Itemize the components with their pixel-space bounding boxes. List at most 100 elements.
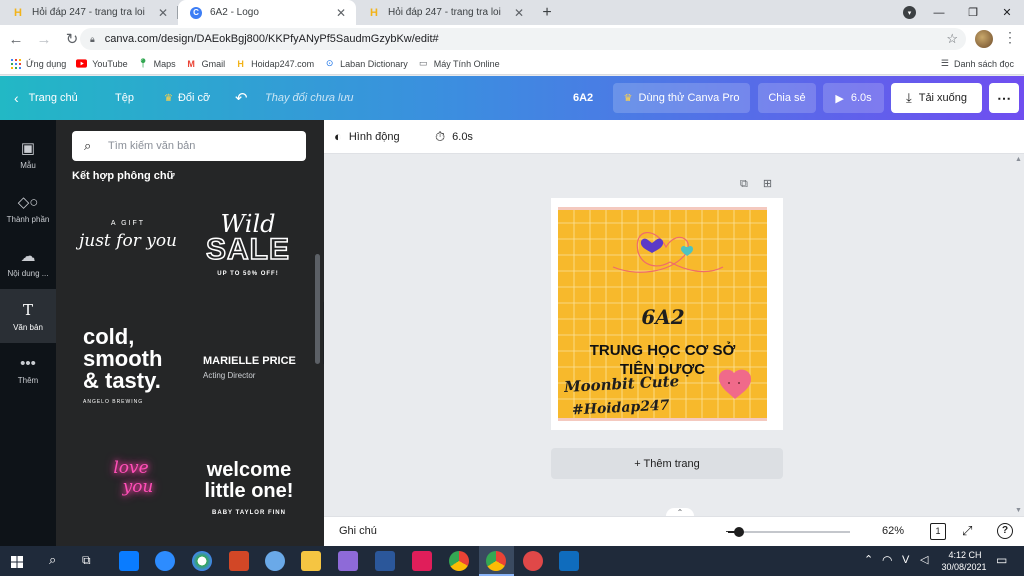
rail-item-templates[interactable]: ▣ Mẫu bbox=[0, 127, 56, 181]
rail-item-elements[interactable]: ◇○ Thành phần bbox=[0, 181, 56, 235]
zalo-icon[interactable] bbox=[119, 551, 139, 571]
zoom-slider[interactable] bbox=[728, 527, 850, 537]
resize-menu[interactable]: ♛ Đổi cỡ bbox=[164, 76, 210, 120]
undo-icon[interactable]: ↶ bbox=[235, 76, 248, 120]
design-code[interactable]: 6A2 bbox=[628, 305, 698, 329]
rail-item-text[interactable]: T Văn bản bbox=[0, 289, 56, 343]
bookmark-label: Ứng dụng bbox=[26, 58, 67, 69]
close-icon[interactable]: ✕ bbox=[512, 6, 526, 20]
font-preset-cold-smooth[interactable]: cold, smooth & tasty. ANGELO BREWING bbox=[83, 326, 183, 405]
zoom-level[interactable]: 62% bbox=[882, 525, 904, 537]
try-pro-label: Dùng thử Canva Pro bbox=[638, 92, 740, 104]
little-text: little one! bbox=[204, 480, 294, 502]
font-preset-welcome[interactable]: welcome little one! BABY TAYLOR FINN bbox=[198, 460, 300, 516]
bookmark-laban[interactable]: ⊙ Laban Dictionary bbox=[324, 58, 408, 69]
scroll-up-icon[interactable]: ▲ bbox=[1015, 156, 1022, 163]
save-status: Thay đổi chưa lưu bbox=[265, 92, 354, 104]
scroll-down-icon[interactable]: ▼ bbox=[1015, 507, 1022, 514]
bookmark-gmail[interactable]: M Gmail bbox=[186, 58, 226, 69]
browser-tab-2[interactable]: C 6A2 - Logo ✕ bbox=[178, 0, 356, 25]
rail-item-uploads[interactable]: ☁ Nội dung ... bbox=[0, 235, 56, 289]
font-preset-gift[interactable]: A GIFT just for you bbox=[76, 220, 180, 250]
word-icon[interactable] bbox=[375, 551, 395, 571]
windows-start-icon[interactable] bbox=[11, 555, 23, 568]
close-icon[interactable]: ✕ bbox=[334, 6, 348, 20]
font-preset-love-you[interactable]: love you bbox=[96, 460, 166, 496]
new-tab-button[interactable]: + bbox=[534, 0, 560, 25]
duplicate-page-icon[interactable]: ⧉ bbox=[740, 178, 748, 190]
taskbar-search-icon[interactable]: ⌕ bbox=[49, 552, 56, 568]
notes-button[interactable]: Ghi chú bbox=[339, 525, 377, 537]
bookmark-calculator[interactable]: ▭ Máy Tính Online bbox=[418, 58, 500, 69]
home-link[interactable]: ‹ Trang chủ bbox=[14, 76, 78, 120]
animate-label: Hình động bbox=[348, 130, 400, 143]
browser-menu-icon[interactable]: ⋮ bbox=[1002, 29, 1018, 49]
template-icon: ▣ bbox=[20, 139, 36, 157]
speaker-icon[interactable]: ◁ bbox=[920, 553, 928, 566]
chrome-active-slot[interactable] bbox=[479, 546, 514, 576]
page-count-button[interactable]: 1 bbox=[930, 523, 946, 540]
animate-button[interactable]: ◐ Hình động bbox=[334, 129, 400, 144]
file-explorer-icon[interactable] bbox=[301, 551, 321, 571]
font-preset-wild-sale[interactable]: Wild SALE UP TO 50% OFF! bbox=[198, 212, 298, 277]
powerpoint-icon[interactable] bbox=[229, 551, 249, 571]
search-input[interactable]: ⌕ Tìm kiếm văn bản bbox=[72, 131, 306, 161]
try-pro-button[interactable]: ♛ Dùng thử Canva Pro bbox=[613, 83, 750, 113]
mail-icon[interactable] bbox=[559, 551, 579, 571]
more-options-icon[interactable]: ⋯ bbox=[989, 83, 1019, 113]
store-icon[interactable] bbox=[338, 551, 358, 571]
document-title[interactable]: 6A2 bbox=[573, 76, 593, 120]
bookmark-apps[interactable]: Ứng dụng bbox=[10, 58, 66, 69]
add-page-icon[interactable]: ⊞ bbox=[763, 178, 772, 190]
add-page-button[interactable]: + Thêm trang bbox=[551, 448, 783, 479]
profile-avatar[interactable] bbox=[975, 30, 993, 48]
minimize-icon[interactable]: — bbox=[922, 0, 956, 25]
clock-date[interactable]: 30/08/2021 bbox=[936, 562, 992, 572]
back-icon[interactable]: ← bbox=[4, 27, 28, 51]
tray-chevron-icon[interactable]: ⌃ bbox=[864, 553, 873, 566]
browser-tab-1[interactable]: H Hỏi đáp 247 - trang tra loi ✕ bbox=[0, 0, 178, 25]
share-button[interactable]: Chia sẻ bbox=[758, 83, 816, 113]
close-window-icon[interactable]: ✕ bbox=[990, 0, 1024, 25]
unikey-icon[interactable] bbox=[523, 551, 543, 571]
input-language[interactable]: V bbox=[902, 554, 909, 566]
font-preset-marielle[interactable]: MARIELLE PRICE Acting Director bbox=[203, 356, 313, 380]
wifi-icon[interactable]: ◠ bbox=[882, 553, 892, 567]
paint-icon[interactable] bbox=[265, 551, 285, 571]
browser-app-icon[interactable] bbox=[192, 551, 212, 571]
tasty-text: & tasty. bbox=[83, 368, 161, 393]
sale-text: SALE bbox=[205, 233, 290, 266]
fullscreen-icon[interactable]: ⤢ bbox=[962, 523, 972, 539]
file-menu[interactable]: Tệp bbox=[115, 76, 134, 120]
browser-tab-3[interactable]: H Hỏi đáp 247 - trang tra loi ✕ bbox=[356, 0, 534, 25]
task-view-icon[interactable]: ⧉ bbox=[82, 553, 91, 568]
bookmark-label: Gmail bbox=[201, 58, 226, 69]
restore-icon[interactable]: ❐ bbox=[956, 0, 990, 25]
bookmark-label: Laban Dictionary bbox=[340, 58, 408, 69]
play-button[interactable]: ▶ 6.0s bbox=[823, 83, 884, 113]
star-icon[interactable]: ☆ bbox=[946, 31, 958, 47]
zoom-app-icon[interactable] bbox=[155, 551, 175, 571]
help-icon[interactable]: ? bbox=[997, 523, 1013, 539]
close-icon[interactable]: ✕ bbox=[156, 6, 170, 20]
slack-icon[interactable] bbox=[412, 551, 432, 571]
zoom-slider-knob[interactable] bbox=[733, 527, 744, 537]
clock-time[interactable]: 4:12 CH bbox=[942, 550, 988, 560]
tab-search-icon[interactable]: ▾ bbox=[903, 6, 916, 19]
forward-icon[interactable]: → bbox=[32, 27, 56, 51]
bookmark-maps[interactable]: 📍︎ Maps bbox=[137, 58, 175, 69]
reading-list[interactable]: ☰ Danh sách đọc bbox=[941, 58, 1014, 69]
address-bar[interactable]: 🔒︎ canva.com/design/DAEokBgj800/KKPfyANy… bbox=[80, 28, 966, 50]
canvas-scrollbar[interactable]: ▲ ▼ bbox=[1013, 154, 1024, 516]
canva-icon: C bbox=[190, 6, 202, 19]
design-line-1[interactable]: TRUNG HỌC CƠ SỞ bbox=[568, 342, 757, 359]
notifications-icon[interactable]: ▭ bbox=[996, 553, 1007, 567]
design-artwork[interactable]: 6A2 TRUNG HỌC CƠ SỞ TIÊN DƯỢC Moonbit Cu… bbox=[558, 207, 767, 421]
download-button[interactable]: ⤓ Tải xuống bbox=[891, 83, 982, 113]
chrome-icon[interactable] bbox=[449, 551, 469, 571]
bookmark-hoidap247[interactable]: H Hoidap247.com bbox=[235, 58, 314, 69]
duration-button[interactable]: ⏱︎ 6.0s bbox=[435, 129, 473, 145]
bookmark-youtube[interactable]: YouTube bbox=[76, 58, 128, 69]
panel-scrollbar[interactable] bbox=[315, 254, 320, 364]
rail-item-more[interactable]: ••• Thêm bbox=[0, 343, 56, 397]
